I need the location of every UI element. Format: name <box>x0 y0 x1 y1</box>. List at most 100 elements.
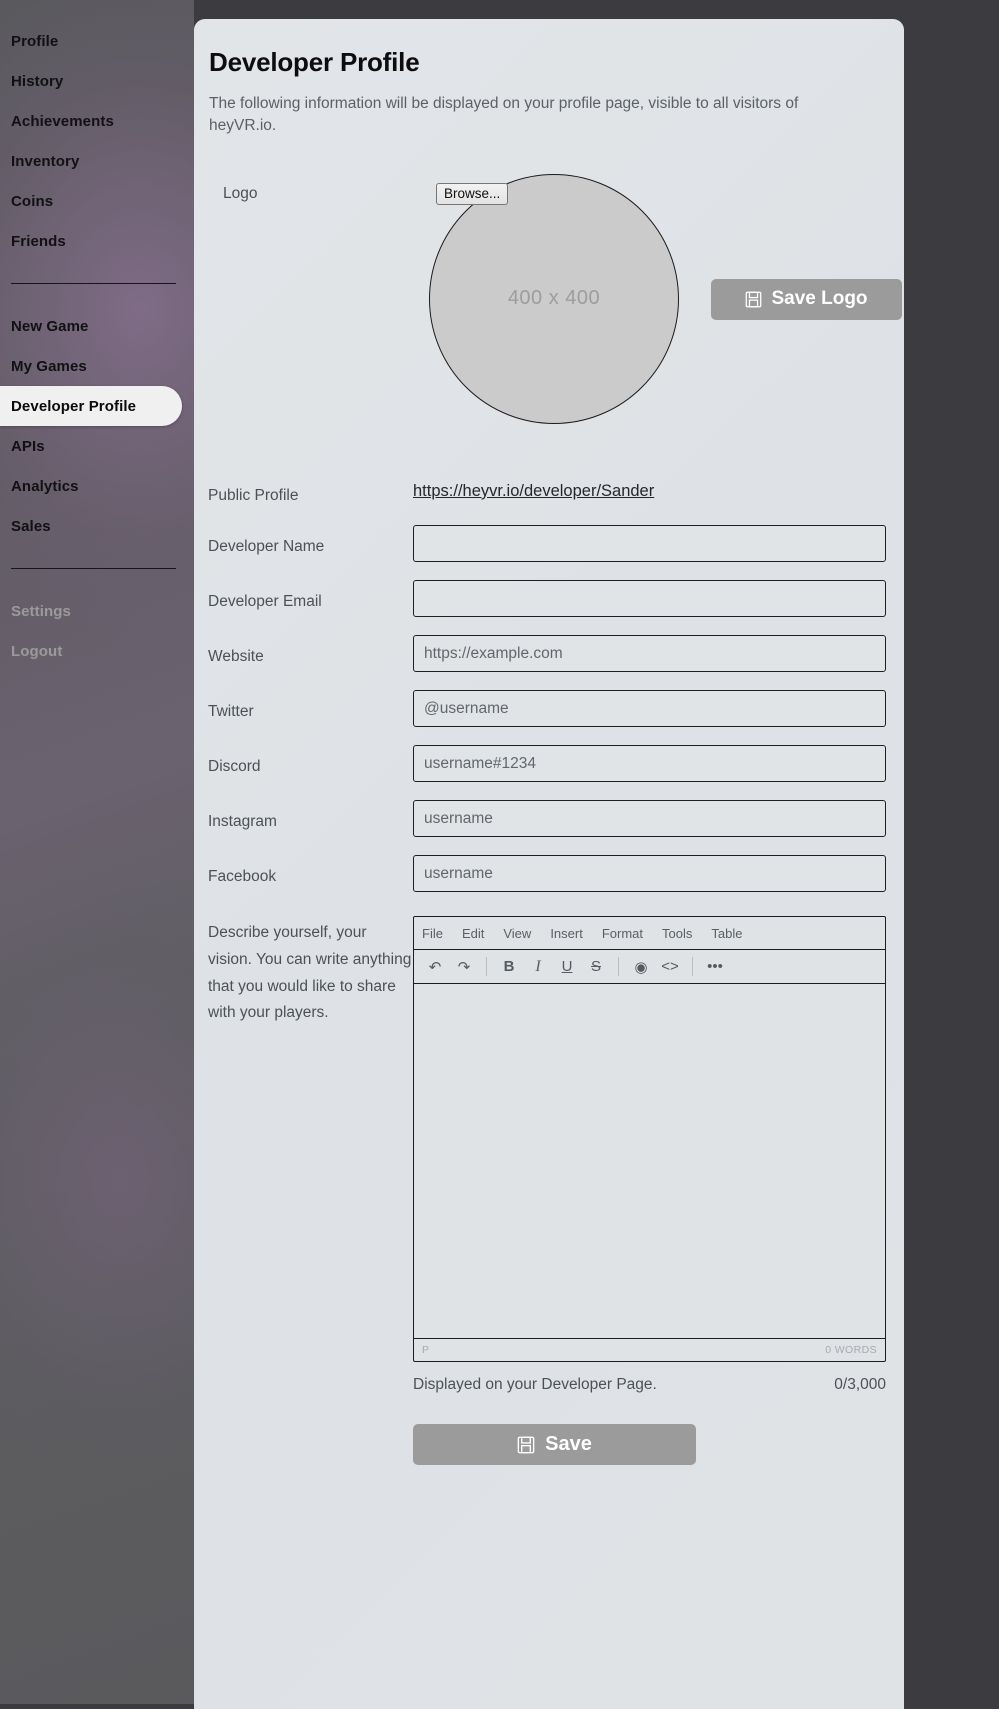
sidebar-item-label: Analytics <box>11 477 79 495</box>
more-options-icon[interactable]: ••• <box>702 954 728 979</box>
sidebar-item-apis[interactable]: APIs <box>0 426 194 466</box>
source-code-icon[interactable]: <> <box>657 954 683 979</box>
floppy-disk-icon <box>745 291 762 308</box>
sidebar-item-label: Coins <box>11 192 54 210</box>
facebook-label: Facebook <box>208 868 277 886</box>
developer-email-row: Developer Email <box>208 580 886 618</box>
menu-item-table[interactable]: Table <box>711 926 742 941</box>
bold-icon[interactable]: B <box>496 954 522 979</box>
developer-name-control <box>413 525 886 563</box>
menu-item-tools[interactable]: Tools <box>662 926 692 941</box>
sidebar-item-label: APIs <box>11 437 45 455</box>
twitter-input[interactable] <box>413 690 886 728</box>
sidebar-item-logout[interactable]: Logout <box>0 631 194 671</box>
instagram-row: Instagram <box>208 800 886 838</box>
sidebar-divider-2 <box>11 568 176 569</box>
instagram-control <box>413 800 886 838</box>
sidebar-group-account: Settings Logout <box>0 591 194 671</box>
sidebar-item-label: Inventory <box>11 152 80 170</box>
menu-item-insert[interactable]: Insert <box>550 926 583 941</box>
sidebar-group-developer: New Game My Games Developer Profile APIs… <box>0 306 194 546</box>
undo-icon[interactable]: ↶ <box>422 954 448 979</box>
discord-control <box>413 745 886 783</box>
editor-word-count: 0 WORDS <box>825 1344 877 1357</box>
rich-text-editor: File Edit View Insert Format Tools Table… <box>413 916 886 1363</box>
sidebar-item-new-game[interactable]: New Game <box>0 306 194 346</box>
sidebar-item-history[interactable]: History <box>0 61 194 101</box>
save-logo-label: Save Logo <box>771 288 868 310</box>
description-editor-row: Describe yourself, your vision. You can … <box>208 916 886 1394</box>
redo-icon[interactable]: ↷ <box>451 954 477 979</box>
sidebar-item-inventory[interactable]: Inventory <box>0 141 194 181</box>
save-button[interactable]: Save <box>413 1424 696 1466</box>
sidebar: Profile History Achievements Inventory C… <box>0 0 194 1704</box>
website-control <box>413 635 886 673</box>
description-editor-label: Describe yourself, your vision. You can … <box>208 924 412 1022</box>
sidebar-group-user: Profile History Achievements Inventory C… <box>0 21 194 261</box>
twitter-row: Twitter <box>208 690 886 728</box>
sidebar-item-label: Achievements <box>11 112 114 130</box>
main-content-panel: Developer Profile The following informat… <box>194 19 904 1709</box>
sidebar-item-label: Sales <box>11 517 51 535</box>
logo-preview-circle[interactable]: 400 x 400 <box>429 173 679 424</box>
facebook-row: Facebook <box>208 855 886 893</box>
browse-file-button[interactable]: Browse... <box>436 182 509 205</box>
page-title: Developer Profile <box>209 47 420 77</box>
save-logo-button[interactable]: Save Logo <box>711 278 902 320</box>
save-row: Save <box>208 1424 874 1515</box>
editor-toolbar: ↶ ↷ B I U S ◉ <> ••• <box>414 950 885 985</box>
public-profile-row: Public Profile https://heyvr.io/develope… <box>208 474 874 507</box>
sidebar-item-label: History <box>11 72 64 90</box>
editor-help-text: Displayed on your Developer Page. <box>413 1376 657 1394</box>
sidebar-item-developer-profile[interactable]: Developer Profile <box>0 386 182 426</box>
editor-statusbar: P 0 WORDS <box>414 1339 885 1361</box>
toolbar-divider <box>618 957 619 977</box>
sidebar-item-profile[interactable]: Profile <box>0 21 194 61</box>
public-profile-control: https://heyvr.io/developer/Sander <box>413 474 874 501</box>
website-input[interactable] <box>413 635 886 673</box>
developer-name-row: Developer Name <box>208 525 886 563</box>
editor-char-counter: 0/3,000 <box>834 1376 886 1394</box>
sidebar-item-label: Profile <box>11 32 59 50</box>
strikethrough-icon[interactable]: S <box>583 954 609 979</box>
description-editor-control: File Edit View Insert Format Tools Table… <box>413 916 886 1394</box>
public-profile-link[interactable]: https://heyvr.io/developer/Sander <box>413 474 654 501</box>
sidebar-item-my-games[interactable]: My Games <box>0 346 194 386</box>
logo-upload-section: Logo 400 x 400 Browse... Save Logo <box>208 173 902 446</box>
editor-element-path[interactable]: P <box>422 1344 429 1356</box>
developer-name-input[interactable] <box>413 525 886 563</box>
sidebar-item-achievements[interactable]: Achievements <box>0 101 194 141</box>
menu-item-view[interactable]: View <box>503 926 531 941</box>
sidebar-item-label: New Game <box>11 317 89 335</box>
sidebar-item-friends[interactable]: Friends <box>0 221 194 261</box>
menu-item-file[interactable]: File <box>422 926 443 941</box>
facebook-input[interactable] <box>413 855 886 893</box>
twitter-control <box>413 690 886 728</box>
facebook-control <box>413 855 886 893</box>
menu-item-format[interactable]: Format <box>602 926 643 941</box>
developer-email-label: Developer Email <box>208 593 322 611</box>
sidebar-item-sales[interactable]: Sales <box>0 506 194 546</box>
sidebar-item-analytics[interactable]: Analytics <box>0 466 194 506</box>
editor-content-area[interactable] <box>414 984 885 1340</box>
preview-eye-icon[interactable]: ◉ <box>628 954 654 979</box>
menu-item-edit[interactable]: Edit <box>462 926 484 941</box>
editor-menubar: File Edit View Insert Format Tools Table <box>414 917 885 951</box>
save-button-label: Save <box>545 1433 592 1456</box>
discord-input[interactable] <box>413 745 886 783</box>
sidebar-item-label: My Games <box>11 357 87 375</box>
developer-email-control <box>413 580 886 618</box>
developer-email-input[interactable] <box>413 580 886 618</box>
underline-icon[interactable]: U <box>554 954 580 979</box>
sidebar-item-coins[interactable]: Coins <box>0 181 194 221</box>
sidebar-item-settings[interactable]: Settings <box>0 591 194 631</box>
italic-icon[interactable]: I <box>525 954 551 979</box>
toolbar-divider <box>486 957 487 977</box>
page-description: The following information will be displa… <box>209 95 799 135</box>
instagram-input[interactable] <box>413 800 886 838</box>
toolbar-divider <box>692 957 693 977</box>
sidebar-top-spacer <box>0 0 194 21</box>
sidebar-item-label: Friends <box>11 232 66 250</box>
logo-placeholder-text: 400 x 400 <box>507 287 601 310</box>
developer-name-label: Developer Name <box>208 538 325 556</box>
